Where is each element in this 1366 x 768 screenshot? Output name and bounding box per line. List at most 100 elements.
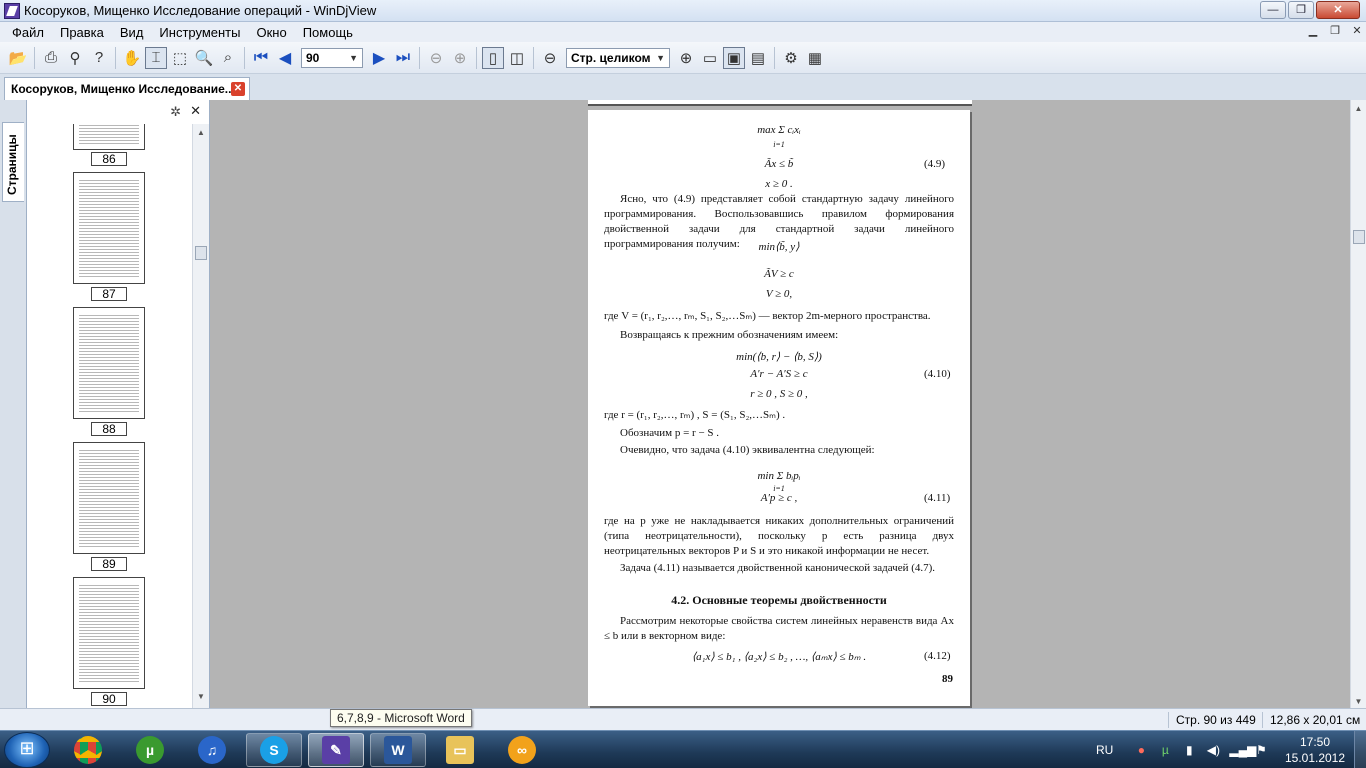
zoom-out-icon[interactable]: ⊖ bbox=[539, 47, 561, 69]
menu-file[interactable]: Файл bbox=[4, 25, 52, 40]
device-tray-icon[interactable]: ▮ bbox=[1181, 742, 1197, 758]
prev-page-icon[interactable]: ◀ bbox=[274, 47, 296, 69]
pages-side-tab[interactable]: Страницы bbox=[2, 122, 24, 202]
document-page[interactable]: max Σ cᵢxᵢ i=1 Ãx ≤ b̃ (4.9) x ≥ 0 . Ясн… bbox=[588, 110, 970, 706]
thumbnail-list[interactable]: 86 87 88 89 90 bbox=[27, 124, 193, 708]
formula-nonneg: r ≥ 0 , S ≥ 0 , bbox=[750, 388, 808, 400]
display-mode-icon[interactable]: ▤ bbox=[747, 47, 769, 69]
flag-icon[interactable]: ⚑ bbox=[1253, 742, 1269, 758]
mdi-close-icon[interactable]: ✕ bbox=[1348, 23, 1366, 39]
document-scrollbar[interactable]: ▲ ▼ bbox=[1350, 100, 1366, 708]
gear-icon[interactable]: ✲ bbox=[170, 104, 181, 120]
hand-tool-icon[interactable]: ✋ bbox=[121, 47, 143, 69]
taskbar-skype[interactable]: S bbox=[246, 733, 302, 767]
taskbar-windjview[interactable]: ✎ bbox=[308, 733, 364, 767]
select-tool-icon[interactable]: ⌶ bbox=[145, 46, 167, 69]
settings-icon[interactable]: ⚙ bbox=[780, 47, 802, 69]
fit-page-icon[interactable]: ▭ bbox=[699, 47, 721, 69]
windjview-app-icon[interactable] bbox=[4, 3, 20, 19]
formula-canonical-constraint: A′p ≥ c , bbox=[760, 492, 798, 504]
maximize-button[interactable]: ❐ bbox=[1288, 1, 1314, 19]
equation-number: (4.9) bbox=[924, 158, 946, 170]
page-thumbnail[interactable] bbox=[73, 307, 145, 419]
page-thumbnail[interactable] bbox=[73, 172, 145, 284]
page-thumbnail[interactable] bbox=[73, 442, 145, 554]
section-heading: 4.2. Основные теоремы двойственности bbox=[671, 593, 887, 607]
formula-canonical-objective: min Σ bᵢpᵢ bbox=[757, 470, 801, 482]
tray-clock[interactable]: 17:50 15.01.2012 bbox=[1280, 734, 1350, 766]
back-icon[interactable]: ⊖ bbox=[425, 47, 447, 69]
language-indicator[interactable]: RU bbox=[1096, 743, 1113, 757]
status-page-size: 12,86 x 20,01 см bbox=[1270, 713, 1361, 727]
thumbnail-scrollbar[interactable]: ▲ ▼ bbox=[192, 124, 209, 708]
menu-help[interactable]: Помощь bbox=[295, 25, 361, 40]
zoom-icon[interactable]: 🔍 bbox=[193, 47, 215, 69]
last-page-icon[interactable]: ⏭ bbox=[392, 47, 414, 69]
status-bar: Стр. 90 из 449 12,86 x 20,01 см bbox=[0, 708, 1366, 730]
show-desktop-button[interactable] bbox=[1354, 731, 1366, 768]
zoom-combobox[interactable]: Стр. целиком ▼ bbox=[566, 47, 670, 68]
next-page-icon[interactable]: ▶ bbox=[368, 47, 390, 69]
scrollbar-thumb[interactable] bbox=[195, 246, 207, 260]
formula-constraint: A′r − A′S ≥ c bbox=[750, 368, 808, 380]
thumbnail-label[interactable]: 88 bbox=[91, 422, 127, 436]
menu-tools[interactable]: Инструменты bbox=[151, 25, 248, 40]
rect-select-icon[interactable]: ⬚ bbox=[169, 47, 191, 69]
document-tab-bar: Косоруков, Мищенко Исследование... ✕ bbox=[0, 74, 1366, 100]
scroll-up-icon[interactable]: ▲ bbox=[193, 128, 209, 142]
folder-icon: ▭ bbox=[446, 736, 474, 764]
status-page-info: Стр. 90 из 449 bbox=[1176, 713, 1256, 727]
open-folder-icon[interactable]: 📂 bbox=[7, 47, 29, 69]
two-page-layout-icon[interactable]: ◫ bbox=[506, 47, 528, 69]
close-window-button[interactable]: ✕ bbox=[1316, 1, 1360, 19]
display-color-icon[interactable]: ▣ bbox=[723, 46, 745, 69]
page-thumbnail-current[interactable] bbox=[73, 577, 145, 689]
page-thumbnail[interactable] bbox=[73, 124, 145, 150]
layout-icon[interactable]: ▦ bbox=[804, 47, 826, 69]
find-icon[interactable]: ⚲ bbox=[64, 47, 86, 69]
scroll-up-icon[interactable]: ▲ bbox=[1351, 104, 1366, 113]
thumbnail-label[interactable]: 86 bbox=[91, 152, 127, 166]
scrollbar-thumb[interactable] bbox=[1353, 230, 1365, 244]
zoom-in-icon[interactable]: ⊕ bbox=[675, 47, 697, 69]
chevron-down-icon[interactable]: ▼ bbox=[349, 53, 358, 63]
chevron-down-icon[interactable]: ▼ bbox=[656, 53, 665, 63]
clock-date: 15.01.2012 bbox=[1284, 751, 1346, 765]
thumbnail-label[interactable]: 90 bbox=[91, 692, 127, 706]
document-tab[interactable]: Косоруков, Мищенко Исследование... ✕ bbox=[4, 77, 250, 100]
mdi-minimize-icon[interactable]: ▁ bbox=[1304, 23, 1322, 39]
magnifier-icon[interactable]: ⌕ bbox=[217, 47, 239, 69]
taskbar-chrome[interactable] bbox=[60, 733, 116, 767]
taskbar-other-app[interactable]: ∞ bbox=[494, 733, 550, 767]
thumbnail-label[interactable]: 87 bbox=[91, 287, 127, 301]
network-signal-icon[interactable]: ▂▄▆ bbox=[1229, 742, 1256, 758]
toolbar-separator bbox=[774, 46, 775, 69]
single-page-layout-icon[interactable]: ▯ bbox=[482, 46, 504, 69]
menu-edit[interactable]: Правка bbox=[52, 25, 112, 40]
taskbar-utorrent[interactable]: µ bbox=[122, 733, 178, 767]
close-icon[interactable]: ✕ bbox=[190, 103, 201, 119]
help-icon[interactable]: ? bbox=[88, 47, 110, 69]
taskbar-explorer[interactable]: ▭ bbox=[432, 733, 488, 767]
start-button[interactable] bbox=[4, 732, 50, 768]
utorrent-icon: µ bbox=[136, 736, 164, 764]
mdi-restore-icon[interactable]: ❐ bbox=[1326, 23, 1344, 39]
thumbnail-pane-header: ✲ ✕ bbox=[27, 100, 211, 124]
first-page-icon[interactable]: ⏮ bbox=[250, 47, 272, 69]
taskbar-itunes[interactable]: ♫ bbox=[184, 733, 240, 767]
scroll-down-icon[interactable]: ▼ bbox=[193, 692, 209, 706]
close-tab-icon[interactable]: ✕ bbox=[231, 82, 245, 96]
utorrent-tray-icon[interactable]: µ bbox=[1157, 742, 1173, 758]
page-number-combobox[interactable]: 90 ▼ bbox=[301, 47, 363, 68]
volume-icon[interactable]: ◀) bbox=[1205, 742, 1221, 758]
scroll-down-icon[interactable]: ▼ bbox=[1351, 697, 1366, 706]
minimize-button[interactable]: — bbox=[1260, 1, 1286, 19]
menu-view[interactable]: Вид bbox=[112, 25, 152, 40]
document-tab-title: Косоруков, Мищенко Исследование... bbox=[11, 82, 235, 96]
taskbar-word[interactable]: W bbox=[370, 733, 426, 767]
thumbnail-label[interactable]: 89 bbox=[91, 557, 127, 571]
antivirus-tray-icon[interactable]: ● bbox=[1133, 742, 1149, 758]
menu-window[interactable]: Окно bbox=[248, 25, 294, 40]
forward-icon[interactable]: ⊕ bbox=[449, 47, 471, 69]
print-icon[interactable]: ⎙ bbox=[40, 47, 62, 69]
